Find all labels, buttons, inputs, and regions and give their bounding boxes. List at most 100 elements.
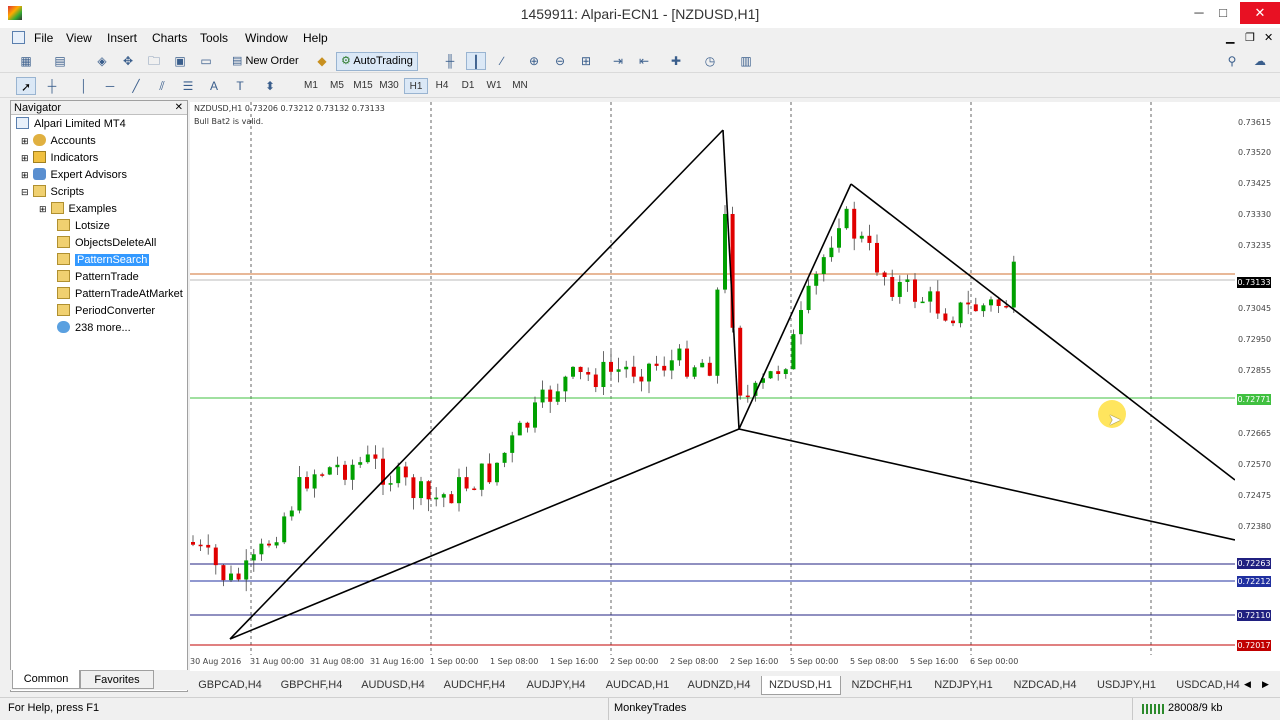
tf-m30[interactable]: M30 <box>377 78 401 94</box>
nav-lotsize[interactable]: Lotsize <box>57 219 110 234</box>
nav-patterntrade[interactable]: PatternTrade <box>57 270 139 285</box>
child-minimize-button[interactable]: ▁ <box>1226 31 1234 44</box>
maximize-button[interactable]: □ <box>1208 2 1238 24</box>
text-label-icon[interactable]: T <box>230 77 250 95</box>
nav-patterntradeatmarket[interactable]: PatternTradeAtMarket <box>57 287 183 302</box>
nav-terminal[interactable]: Alpari Limited MT4 <box>16 117 126 132</box>
chat-icon[interactable]: ☁ <box>1250 52 1270 70</box>
new-chart-icon[interactable]: ▦ <box>16 52 36 70</box>
chart-tab[interactable]: NZDUSD,H1 <box>760 676 841 695</box>
menu-file[interactable]: File <box>34 31 53 45</box>
menu-insert[interactable]: Insert <box>107 31 137 45</box>
nav-scripts[interactable]: ⊟ Scripts <box>21 185 84 200</box>
chart-tab[interactable]: AUDCHF,H4 <box>435 676 515 695</box>
chart-tab[interactable]: AUDUSD,H4 <box>353 676 433 695</box>
horizontal-line-icon[interactable]: ─ <box>100 77 120 95</box>
new-order-button[interactable]: ▤ New Order <box>228 52 303 71</box>
indicators-list-icon[interactable]: ✚ <box>666 52 686 70</box>
arrows-icon[interactable]: ⬍ <box>260 77 280 95</box>
pattern-line-bd <box>738 428 1235 541</box>
time-label: 30 Aug 2016 <box>190 657 242 666</box>
zoom-out-icon[interactable]: ⊖ <box>550 52 570 70</box>
trendline-icon[interactable]: ╱ <box>126 77 146 95</box>
auto-scroll-icon[interactable]: ⇥ <box>608 52 628 70</box>
script-icon <box>57 304 70 316</box>
navigator-close-icon[interactable]: ✕ <box>175 101 183 115</box>
periods-clock-icon[interactable]: ◷ <box>700 52 720 70</box>
nav-periodconverter[interactable]: PeriodConverter <box>57 304 155 319</box>
tester-icon[interactable]: ▭ <box>196 52 216 70</box>
chart-tab[interactable]: AUDNZD,H4 <box>679 676 759 695</box>
search-icon[interactable]: ⚲ <box>1222 52 1242 70</box>
channel-icon[interactable]: ⫽ <box>152 77 172 95</box>
vertical-line-icon[interactable]: │ <box>74 77 94 95</box>
menu-help[interactable]: Help <box>303 31 328 45</box>
chart-tab[interactable]: GBPCAD,H4 <box>190 676 270 695</box>
fibonacci-icon[interactable]: ☰ <box>178 77 198 95</box>
chart-tab[interactable]: NZDJPY,H1 <box>924 676 1004 695</box>
nav-label: Indicators <box>50 152 99 164</box>
bar-chart-icon[interactable]: ╫ <box>440 52 460 70</box>
tf-m1[interactable]: M1 <box>299 78 323 94</box>
chart-tab[interactable]: AUDCAD,H1 <box>598 676 678 695</box>
tab-common[interactable]: Common <box>12 670 80 689</box>
nav-accounts[interactable]: ⊞ Accounts <box>21 134 96 149</box>
tab-scroll-left-icon[interactable]: ◀ <box>1244 679 1251 690</box>
chart-tab[interactable]: NZDCAD,H4 <box>1005 676 1085 695</box>
price-label: 0.72570 <box>1238 460 1272 469</box>
tab-favorites[interactable]: Favorites <box>80 670 154 689</box>
cursor-icon[interactable]: ➚ <box>16 77 36 95</box>
profiles-icon[interactable]: ▤ <box>50 52 70 70</box>
candle-body <box>457 477 461 504</box>
candle-body <box>555 391 560 402</box>
candlestick-icon[interactable]: ┃ <box>466 52 486 70</box>
child-restore-button[interactable]: ❐ <box>1245 31 1255 44</box>
menu-tools[interactable]: Tools <box>200 31 228 45</box>
tf-w1[interactable]: W1 <box>482 78 506 94</box>
doc-icon <box>12 31 25 44</box>
nav-more[interactable]: 238 more... <box>57 321 131 336</box>
tf-h4[interactable]: H4 <box>430 78 454 94</box>
chart-tab[interactable]: NZDCHF,H1 <box>842 676 922 695</box>
terminal-panel-icon[interactable]: ▣ <box>170 52 190 70</box>
chart-tab[interactable]: USDCAD,H4 <box>1168 676 1248 695</box>
nav-patternsearch[interactable]: PatternSearch <box>57 253 150 268</box>
close-button[interactable]: ✕ <box>1240 2 1280 24</box>
navigator-panel: Navigator ✕ Alpari Limited MT4 ⊞ Accounts… <box>10 100 188 692</box>
chart-shift-icon[interactable]: ⇤ <box>634 52 654 70</box>
folder-icon[interactable]: 🗀 <box>144 52 164 70</box>
tab-scroll-right-icon[interactable]: ▶ <box>1262 679 1269 690</box>
price-chart[interactable]: NZDUSD,H1 0.73206 0.73212 0.73132 0.7313… <box>190 102 1235 655</box>
tf-h1[interactable]: H1 <box>404 78 428 94</box>
tf-mn[interactable]: MN <box>508 78 532 94</box>
tf-d1[interactable]: D1 <box>456 78 480 94</box>
pointer-arrow-icon: ➤ <box>1108 412 1122 429</box>
candle-body <box>259 543 264 555</box>
tile-windows-icon[interactable]: ⊞ <box>576 52 596 70</box>
nav-expert-advisors[interactable]: ⊞ Expert Advisors <box>21 168 127 183</box>
crosshair-target-icon[interactable]: ✥ <box>118 52 138 70</box>
tf-m15[interactable]: M15 <box>351 78 375 94</box>
tf-m5[interactable]: M5 <box>325 78 349 94</box>
status-profile: MonkeyTrades <box>614 702 687 714</box>
auto-trading-button[interactable]: ⚙ AutoTrading <box>336 52 418 71</box>
menu-charts[interactable]: Charts <box>152 31 187 45</box>
nav-examples[interactable]: ⊞ Examples <box>39 202 117 217</box>
line-chart-icon[interactable]: ∕ <box>492 52 512 70</box>
templates-icon[interactable]: ▥ <box>736 52 756 70</box>
menu-window[interactable]: Window <box>245 31 288 45</box>
market-watch-icon[interactable]: ◈ <box>92 52 112 70</box>
candle-body <box>624 366 629 370</box>
child-close-button[interactable]: ✕ <box>1264 31 1273 44</box>
metaeditor-icon[interactable]: ◆ <box>312 52 332 70</box>
chart-tab[interactable]: AUDJPY,H4 <box>516 676 596 695</box>
crosshair-icon[interactable]: ┼ <box>42 77 62 95</box>
zoom-in-icon[interactable]: ⊕ <box>524 52 544 70</box>
price-label: 0.72950 <box>1238 335 1272 344</box>
chart-tab[interactable]: GBPCHF,H4 <box>272 676 352 695</box>
nav-objectsdeleteall[interactable]: ObjectsDeleteAll <box>57 236 156 251</box>
nav-indicators[interactable]: ⊞ Indicators <box>21 151 98 166</box>
chart-tab[interactable]: USDJPY,H1 <box>1087 676 1167 695</box>
text-icon[interactable]: A <box>204 77 224 95</box>
menu-view[interactable]: View <box>66 31 92 45</box>
